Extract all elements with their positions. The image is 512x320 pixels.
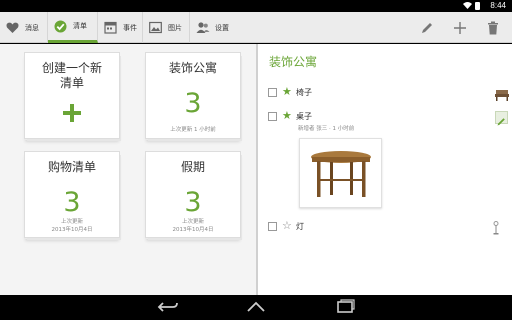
battery-icon — [475, 2, 480, 10]
lamp-thumbnail — [492, 220, 506, 235]
card-count: 3 — [184, 88, 202, 119]
image-icon — [149, 21, 162, 34]
tab-messages[interactable]: 消息 — [0, 12, 48, 43]
list-detail-panel: 装饰公寓 ★ 椅子 ★ 桌子 新增者 张三 · 1 小时前 ☆ 灯 — [258, 44, 512, 295]
create-list-card[interactable]: 创建一个新清单 — [25, 53, 119, 138]
list-card-decor[interactable]: 装饰公寓 3 上次更新 1 小时前 — [146, 53, 240, 138]
table-photo[interactable] — [299, 138, 382, 208]
calendar-icon — [104, 21, 117, 34]
card-count: 3 — [63, 187, 81, 218]
list-item[interactable]: ★ 椅子 — [268, 85, 509, 101]
tab-lists[interactable]: 清单 — [48, 12, 98, 43]
card-meta-date: 2013年10月4日 — [51, 227, 93, 233]
item-checkbox[interactable] — [268, 112, 277, 121]
trash-icon[interactable] — [485, 20, 501, 36]
card-meta: 上次更新 — [60, 219, 83, 225]
back-icon[interactable] — [156, 299, 180, 315]
tab-label: 设置 — [215, 23, 229, 32]
card-title: 装饰公寓 — [168, 61, 217, 75]
item-label: 灯 — [296, 222, 304, 231]
list-card-shopping[interactable]: 购物清单 3 上次更新 2013年10月4日 — [25, 152, 119, 237]
tab-label: 事件 — [123, 23, 137, 32]
check-circle-icon — [54, 20, 67, 33]
list-card-holiday[interactable]: 假期 3 上次更新 2013年10月4日 — [146, 152, 240, 237]
tab-label: 清单 — [73, 22, 87, 30]
item-checkbox[interactable] — [268, 222, 277, 231]
home-icon[interactable] — [244, 299, 268, 315]
plus-icon[interactable] — [452, 20, 468, 36]
list-item[interactable]: ★ 桌子 新增者 张三 · 1 小时前 — [268, 109, 508, 132]
navigation-bar — [0, 295, 512, 320]
tab-settings[interactable]: 设置 — [190, 12, 240, 43]
card-title: 购物清单 — [47, 160, 96, 174]
card-meta: 上次更新 — [181, 219, 204, 225]
tab-label: 图片 — [168, 23, 182, 32]
status-time: 8:44 — [490, 1, 506, 10]
item-checkbox[interactable] — [268, 88, 277, 97]
item-meta: 新增者 张三 · 1 小时前 — [298, 126, 355, 132]
card-meta: 上次更新 1 小时前 — [170, 127, 216, 133]
card-title: 创建一个新清单 — [41, 61, 102, 90]
tab-label: 消息 — [25, 23, 39, 32]
card-count: 3 — [184, 187, 202, 218]
pencil-icon[interactable] — [419, 20, 435, 36]
add-icon — [63, 104, 81, 122]
card-meta-date: 2013年10月4日 — [172, 227, 214, 233]
star-icon[interactable]: ★ — [282, 85, 292, 98]
action-bar: 消息 清单 事件 图片 设置 — [0, 12, 512, 43]
tab-events[interactable]: 事件 — [98, 12, 143, 43]
list-item[interactable]: ☆ 灯 — [268, 219, 499, 235]
item-label: 桌子 — [296, 112, 312, 121]
card-title: 假期 — [180, 160, 205, 174]
wifi-icon — [463, 1, 472, 11]
star-icon[interactable]: ★ — [282, 109, 292, 122]
star-outline-icon[interactable]: ☆ — [282, 219, 292, 232]
pencil-icon[interactable] — [495, 111, 508, 126]
chair-thumbnail — [494, 86, 509, 101]
people-icon — [196, 21, 210, 34]
recent-apps-icon[interactable] — [333, 299, 357, 315]
heart-icon — [6, 21, 19, 34]
list-title: 装饰公寓 — [269, 55, 318, 69]
item-label: 椅子 — [296, 88, 312, 97]
status-bar: 8:44 — [0, 0, 512, 12]
tab-photos[interactable]: 图片 — [143, 12, 190, 43]
lists-panel: 创建一个新清单 装饰公寓 3 上次更新 1 小时前 购物清单 3 上次更新 20… — [0, 44, 256, 295]
